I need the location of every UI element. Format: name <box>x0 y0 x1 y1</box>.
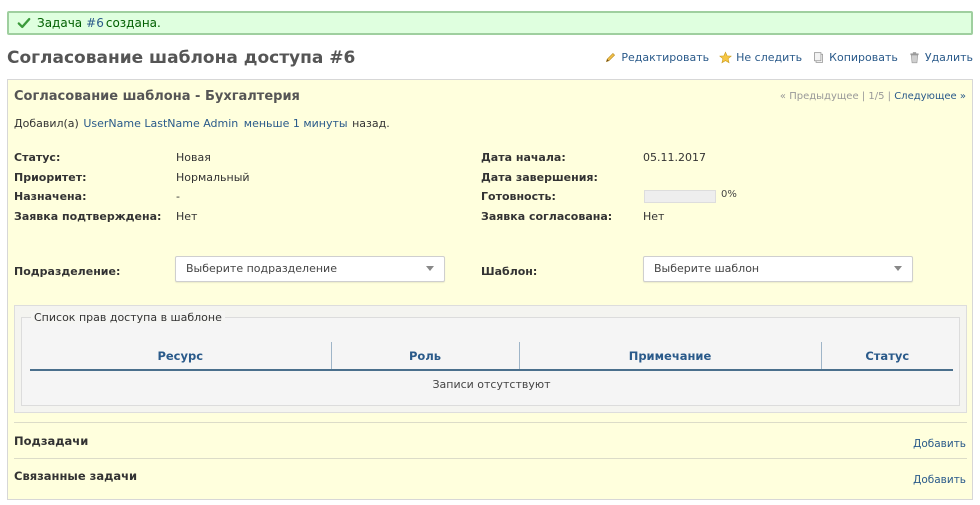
approved-value: Нет <box>643 210 665 223</box>
assigned-label: Назначена: <box>14 190 87 203</box>
template-select[interactable]: Выберите шаблон <box>643 256 913 282</box>
flash-issue-link[interactable]: #6 <box>86 16 104 30</box>
due-date-label: Дата завершения: <box>481 171 598 184</box>
edit-label: Редактировать <box>621 51 710 64</box>
template-select-value: Выберите шаблон <box>654 262 760 275</box>
chevron-down-icon <box>426 266 434 271</box>
flash-suffix: создана. <box>105 16 161 30</box>
empty-message: Записи отсутствуют <box>432 377 551 391</box>
status-value: Новая <box>176 151 211 164</box>
divider <box>14 458 967 459</box>
nav-separator: | <box>887 91 892 102</box>
divider <box>14 422 967 423</box>
department-select-value: Выберите подразделение <box>186 262 337 275</box>
status-label: Статус: <box>14 151 61 164</box>
pencil-icon <box>606 52 616 63</box>
priority-label: Приоритет: <box>14 171 87 184</box>
department-select[interactable]: Выберите подразделение <box>175 256 445 282</box>
issue-subject: Согласование шаблона - Бухгалтерия <box>14 89 300 104</box>
add-subtask-button[interactable]: Добавить <box>913 438 966 450</box>
confirmed-label: Заявка подтверждена: <box>14 210 162 223</box>
contextual-actions: Редактировать Не следить Копировать Удал… <box>604 51 973 64</box>
priority-value: Нормальный <box>176 171 250 184</box>
column-resource[interactable]: Ресурс <box>30 342 331 371</box>
ago-suffix: назад. <box>352 117 390 130</box>
added-by-label: Добавил(а) <box>14 117 79 130</box>
start-date-label: Дата начала: <box>481 151 566 164</box>
column-note[interactable]: Примечание <box>518 342 821 371</box>
approved-label: Заявка согласована: <box>481 210 613 223</box>
department-label: Подразделение: <box>14 265 121 278</box>
template-label: Шаблон: <box>481 265 538 278</box>
next-issue-link[interactable]: Следующее » <box>894 91 966 102</box>
subtasks-title: Подзадачи <box>14 434 89 448</box>
permissions-fieldset: Список прав доступа в шаблоне Ресурс Рол… <box>14 305 967 413</box>
page-title: Согласование шаблона доступа #6 <box>7 48 356 68</box>
issue-author-line: Добавил(а) UserName LastName Admin меньш… <box>14 117 390 130</box>
unwatch-button[interactable]: Не следить <box>719 51 802 64</box>
copy-icon <box>814 52 824 63</box>
issue-details: Согласование шаблона - Бухгалтерия « Пре… <box>7 79 973 500</box>
permissions-legend: Список прав доступа в шаблоне <box>31 311 225 324</box>
assigned-value: - <box>176 190 180 203</box>
prev-issue-link[interactable]: « Предыдущее <box>780 91 859 102</box>
flash-prefix: Задача <box>37 16 83 30</box>
copy-button[interactable]: Копировать <box>812 51 898 64</box>
column-status[interactable]: Статус <box>820 342 953 371</box>
unwatch-label: Не следить <box>736 51 803 64</box>
time-ago-link[interactable]: меньше 1 минуты <box>244 117 348 130</box>
edit-button[interactable]: Редактировать <box>604 51 709 64</box>
issue-position: 1/5 <box>868 91 885 102</box>
checkmark-icon <box>17 17 31 29</box>
relations-title: Связанные задачи <box>14 469 138 483</box>
chevron-down-icon <box>894 266 902 271</box>
flash-notice: Задача #6 создана. <box>7 11 973 35</box>
star-icon <box>719 51 733 64</box>
nav-separator: | <box>861 91 866 102</box>
done-ratio-label: Готовность: <box>481 190 556 203</box>
column-role[interactable]: Роль <box>330 342 519 371</box>
add-relation-button[interactable]: Добавить <box>913 474 966 486</box>
permissions-table: Ресурс Роль Примечание Статус Записи отс… <box>30 342 953 397</box>
copy-label: Копировать <box>829 51 898 64</box>
start-date-value: 05.11.2017 <box>643 151 706 164</box>
progress-bar <box>644 190 716 203</box>
delete-label: Удалить <box>924 51 973 64</box>
author-link[interactable]: UserName LastName Admin <box>83 117 238 130</box>
issue-navigation: « Предыдущее | 1/5 | Следующее » <box>780 91 966 102</box>
progress-percent: 0% <box>721 189 737 200</box>
trash-icon <box>910 52 919 64</box>
delete-button[interactable]: Удалить <box>908 51 973 64</box>
confirmed-value: Нет <box>176 210 198 223</box>
table-row: Записи отсутствуют <box>30 370 953 397</box>
